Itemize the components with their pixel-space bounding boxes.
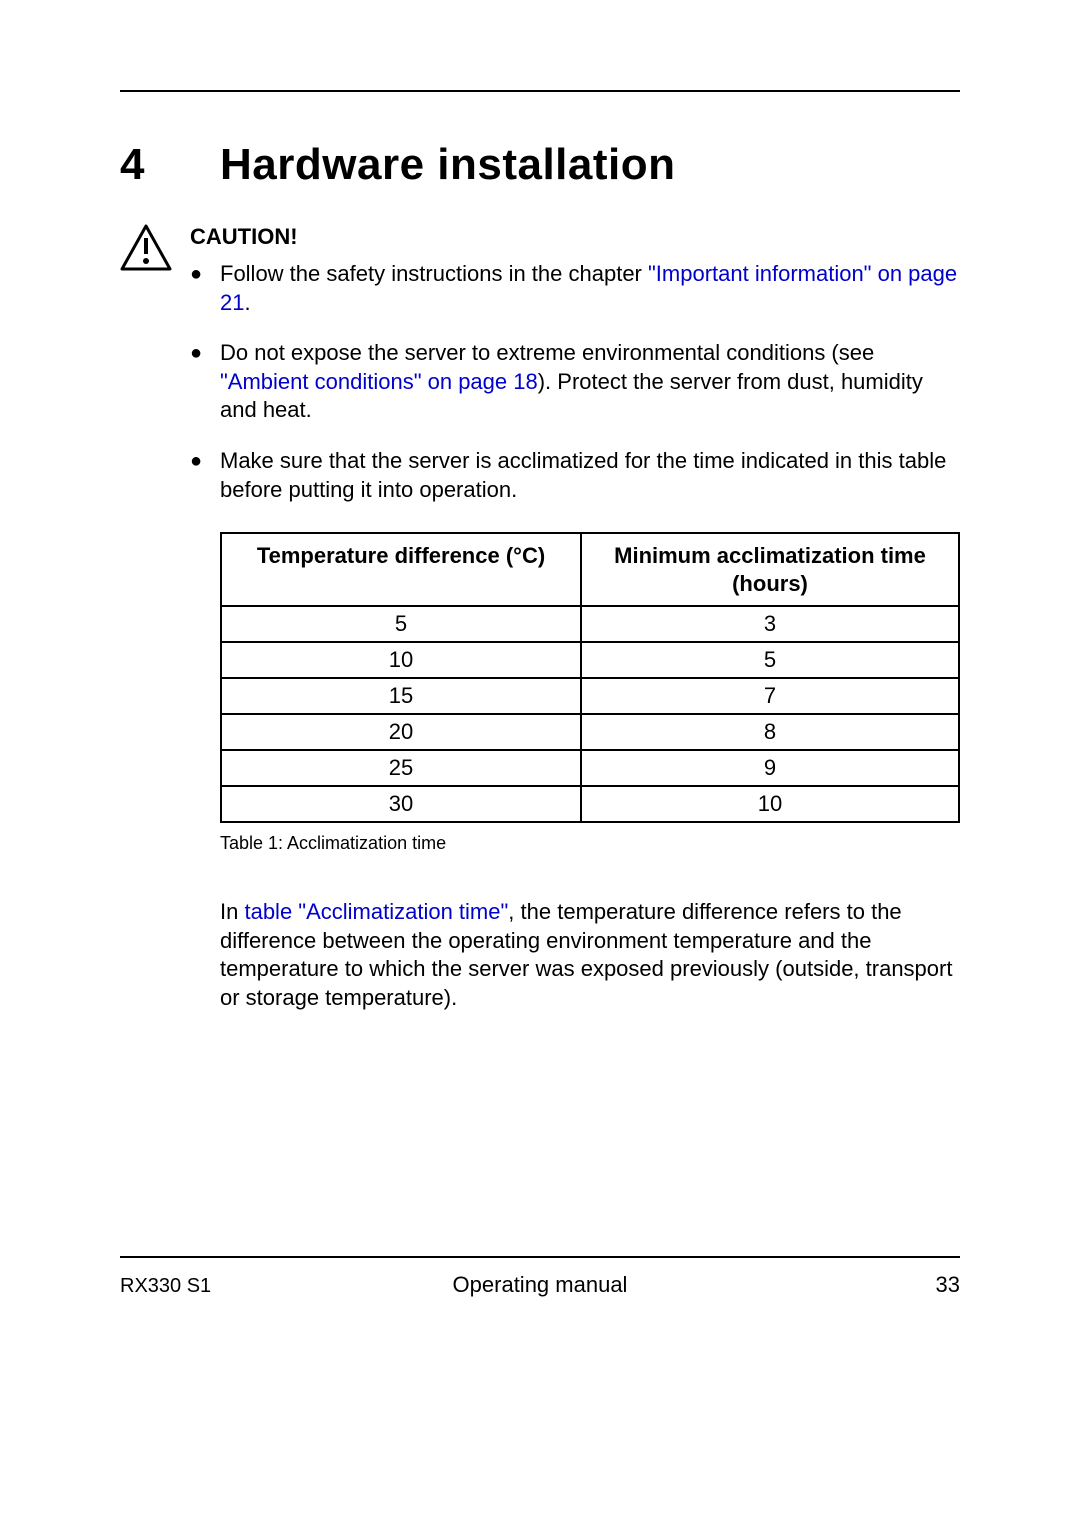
caution-block: CAUTION! ● Follow the safety instruction… [120, 224, 960, 526]
bullet-item: ● Do not expose the server to extreme en… [190, 339, 960, 425]
bullet-text: Do not expose the server to extreme envi… [220, 339, 960, 425]
bullet-item: ● Make sure that the server is acclimati… [190, 447, 960, 504]
bullet-text-pre: Do not expose the server to extreme envi… [220, 340, 874, 365]
table-cell-temp: 30 [221, 786, 581, 822]
table-header-temp: Temperature difference (°C) [221, 533, 581, 606]
bullet-text: Follow the safety instructions in the ch… [220, 260, 960, 317]
table-row: 10 5 [221, 642, 959, 678]
footer-doc-title: Operating manual [453, 1272, 628, 1298]
bullet-dot-icon: ● [190, 339, 220, 425]
bullet-text-post: . [244, 290, 250, 315]
table-header-time: Minimum acclimatization time (hours) [581, 533, 959, 606]
bullet-text-pre: Follow the safety instructions in the ch… [220, 261, 648, 286]
table-header-row: Temperature difference (°C) Minimum accl… [221, 533, 959, 606]
caution-icon-col [120, 224, 190, 526]
bullet-dot-icon: ● [190, 447, 220, 504]
acclimatization-table-wrap: Temperature difference (°C) Minimum accl… [220, 532, 960, 854]
table-row: 5 3 [221, 606, 959, 642]
table-row: 25 9 [221, 750, 959, 786]
footer-page-number: 33 [936, 1272, 960, 1298]
para-pre: In [220, 899, 244, 924]
page-content: 4 Hardware installation CAUTION! ● Follo… [120, 90, 960, 1013]
top-rule [120, 90, 960, 92]
table-row: 30 10 [221, 786, 959, 822]
bullet-item: ● Follow the safety instructions in the … [190, 260, 960, 317]
page-footer: RX330 S1 Operating manual 33 [120, 1256, 960, 1298]
bullet-text-pre: Make sure that the server is acclimatize… [220, 448, 946, 502]
table-cell-temp: 15 [221, 678, 581, 714]
link-ambient-conditions[interactable]: "Ambient conditions" on page 18 [220, 369, 538, 394]
table-cell-time: 8 [581, 714, 959, 750]
link-table-acclimatization[interactable]: table "Acclimatization time" [244, 899, 508, 924]
bullet-dot-icon: ● [190, 260, 220, 317]
paragraph-after-table: In table "Acclimatization time", the tem… [220, 898, 960, 1012]
chapter-title: Hardware installation [220, 140, 676, 190]
caution-triangle-icon [120, 224, 172, 272]
table-caption: Table 1: Acclimatization time [220, 833, 960, 854]
table-cell-temp: 20 [221, 714, 581, 750]
footer-row: RX330 S1 Operating manual 33 [120, 1272, 960, 1298]
table-cell-time: 7 [581, 678, 959, 714]
table-row: 20 8 [221, 714, 959, 750]
footer-model: RX330 S1 [120, 1275, 211, 1298]
table-cell-temp: 25 [221, 750, 581, 786]
acclimatization-table: Temperature difference (°C) Minimum accl… [220, 532, 960, 823]
table-row: 15 7 [221, 678, 959, 714]
table-cell-time: 10 [581, 786, 959, 822]
caution-label: CAUTION! [190, 224, 960, 250]
table-cell-temp: 10 [221, 642, 581, 678]
table-cell-time: 5 [581, 642, 959, 678]
table-cell-time: 9 [581, 750, 959, 786]
chapter-number: 4 [120, 140, 220, 190]
footer-rule [120, 1256, 960, 1258]
chapter-heading: 4 Hardware installation [120, 140, 960, 190]
table-cell-temp: 5 [221, 606, 581, 642]
caution-body: CAUTION! ● Follow the safety instruction… [190, 224, 960, 526]
bullet-text: Make sure that the server is acclimatize… [220, 447, 960, 504]
table-cell-time: 3 [581, 606, 959, 642]
